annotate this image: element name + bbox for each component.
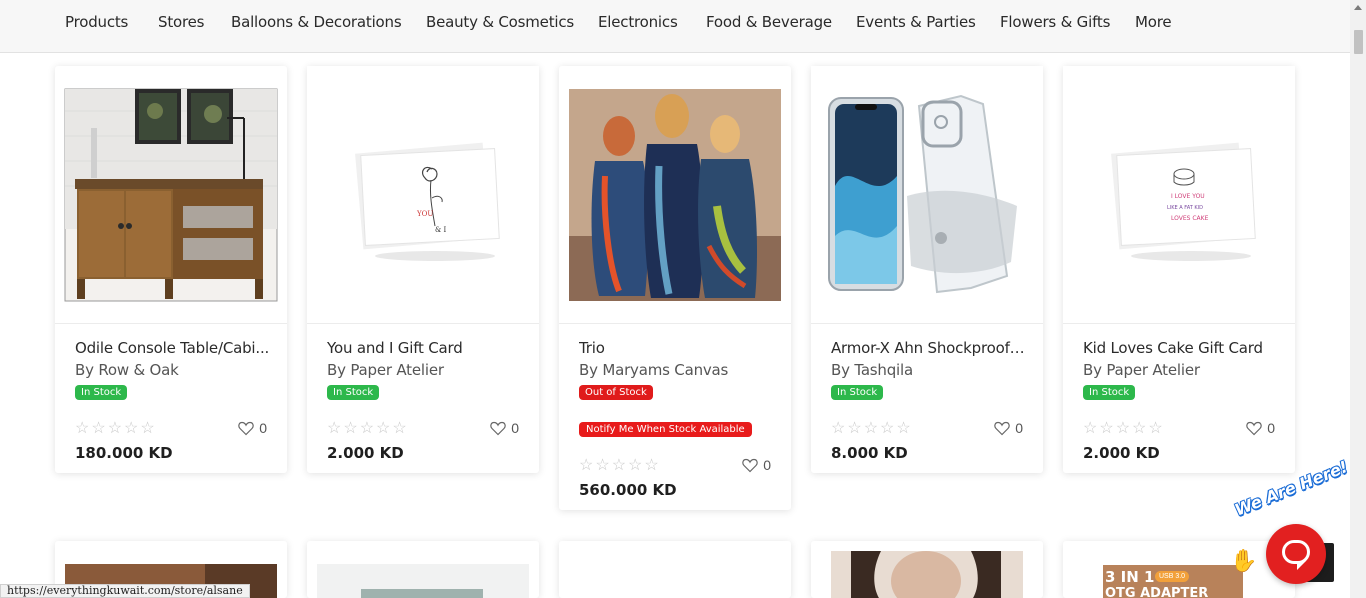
wishlist-button[interactable]: 0 bbox=[994, 420, 1023, 436]
stock-badge: In Stock bbox=[831, 385, 884, 400]
product-price: 180.000 KD bbox=[75, 444, 173, 462]
card-text-line3: LOVES CAKE bbox=[1171, 215, 1209, 222]
phone-case-image bbox=[811, 66, 1043, 323]
waving-hand-icon: ✋ bbox=[1230, 548, 1258, 573]
like-count: 0 bbox=[1015, 420, 1023, 436]
product-title[interactable]: You and I Gift Card bbox=[327, 339, 522, 357]
painting-image bbox=[569, 89, 781, 301]
product-price: 2.000 KD bbox=[327, 444, 404, 462]
rating-stars-icon[interactable]: ☆☆☆☆☆ bbox=[579, 455, 661, 475]
product-image[interactable] bbox=[559, 541, 791, 598]
product-card[interactable] bbox=[559, 541, 791, 598]
like-count: 0 bbox=[259, 420, 267, 436]
product-image[interactable] bbox=[559, 66, 791, 324]
nav-beauty[interactable]: Beauty & Cosmetics bbox=[426, 13, 574, 31]
nav-more[interactable]: More bbox=[1135, 13, 1172, 31]
card-text-line2: LIKE A FAT KID bbox=[1167, 205, 1203, 211]
product-card[interactable]: Armor-X Ahn Shockproof ... By Tashqila I… bbox=[811, 66, 1043, 473]
product-price: 2.000 KD bbox=[1083, 444, 1160, 462]
console-table-image bbox=[64, 88, 278, 302]
nav-balloons[interactable]: Balloons & Decorations bbox=[231, 13, 402, 31]
heart-icon bbox=[1246, 421, 1262, 435]
otg-adapter-image[interactable]: 3 IN 1 USB 3.0 OTG ADAPTER bbox=[1103, 565, 1243, 598]
product-image[interactable] bbox=[811, 541, 1043, 598]
rating-stars-icon[interactable]: ☆☆☆☆☆ bbox=[75, 418, 157, 438]
nav-electronics[interactable]: Electronics bbox=[598, 13, 678, 31]
gift-card-image: YOU & I bbox=[307, 66, 539, 323]
product-card[interactable]: YOU & I You and I Gift Card By Paper Ate… bbox=[307, 66, 539, 473]
product-card[interactable]: 3 IN 1 USB 3.0 OTG ADAPTER bbox=[1063, 541, 1295, 598]
product-price: 560.000 KD bbox=[579, 481, 677, 499]
notify-me-button[interactable]: Notify Me When Stock Available bbox=[579, 422, 752, 437]
product-title[interactable]: Kid Loves Cake Gift Card bbox=[1083, 339, 1278, 357]
link-preview-statusbar: https://everythingkuwait.com/store/alsan… bbox=[0, 584, 250, 598]
heart-icon bbox=[490, 421, 506, 435]
product-brand[interactable]: By Paper Atelier bbox=[327, 361, 444, 379]
product-image[interactable]: YOU & I bbox=[307, 66, 539, 324]
nav-stores[interactable]: Stores bbox=[158, 13, 204, 31]
rating-stars-icon[interactable]: ☆☆☆☆☆ bbox=[327, 418, 409, 438]
product-title[interactable]: Odile Console Table/Cabi... bbox=[75, 339, 270, 357]
product-card[interactable]: Trio By Maryams Canvas Out of Stock Noti… bbox=[559, 66, 791, 510]
wishlist-button[interactable]: 0 bbox=[490, 420, 519, 436]
rating-stars-icon[interactable]: ☆☆☆☆☆ bbox=[831, 418, 913, 438]
nav-products[interactable]: Products bbox=[65, 13, 128, 31]
product-card[interactable]: Odile Console Table/Cabi... By Row & Oak… bbox=[55, 66, 287, 473]
like-count: 0 bbox=[763, 457, 771, 473]
product-brand[interactable]: By Tashqila bbox=[831, 361, 913, 379]
product-brand[interactable]: By Paper Atelier bbox=[1083, 361, 1200, 379]
otg-title: 3 IN 1 bbox=[1105, 568, 1155, 586]
nav-events[interactable]: Events & Parties bbox=[856, 13, 976, 31]
wishlist-button[interactable]: 0 bbox=[1246, 420, 1275, 436]
scrollbar-thumb[interactable] bbox=[1354, 30, 1363, 54]
product-image[interactable] bbox=[811, 66, 1043, 324]
product-image[interactable] bbox=[307, 541, 539, 598]
product-card[interactable]: I LOVE YOU LIKE A FAT KID LOVES CAKE Kid… bbox=[1063, 66, 1295, 473]
chat-button[interactable] bbox=[1266, 524, 1326, 584]
stock-badge: In Stock bbox=[1083, 385, 1136, 400]
wishlist-button[interactable]: 0 bbox=[238, 420, 267, 436]
heart-icon bbox=[742, 458, 758, 472]
product-title[interactable]: Armor-X Ahn Shockproof ... bbox=[831, 339, 1026, 357]
rating-stars-icon[interactable]: ☆☆☆☆☆ bbox=[1083, 418, 1165, 438]
nav-flowers[interactable]: Flowers & Gifts bbox=[1000, 13, 1110, 31]
wishlist-button[interactable]: 0 bbox=[742, 457, 771, 473]
otg-subtitle: OTG ADAPTER bbox=[1105, 586, 1209, 598]
stock-badge: In Stock bbox=[327, 385, 380, 400]
product-image[interactable] bbox=[55, 66, 287, 324]
usb-badge: USB 3.0 bbox=[1155, 571, 1190, 582]
like-count: 0 bbox=[1267, 420, 1275, 436]
card-text-and-i: & I bbox=[435, 226, 446, 234]
page-scrollbar[interactable] bbox=[1350, 0, 1366, 598]
card-text-you: YOU bbox=[416, 210, 433, 218]
like-count: 0 bbox=[511, 420, 519, 436]
gift-card-image: I LOVE YOU LIKE A FAT KID LOVES CAKE bbox=[1063, 66, 1295, 323]
stock-badge: Out of Stock bbox=[579, 385, 653, 400]
heart-icon bbox=[238, 421, 254, 435]
heart-icon bbox=[994, 421, 1010, 435]
top-navigation: Products Stores Balloons & Decorations B… bbox=[0, 0, 1350, 53]
scroll-up-icon[interactable] bbox=[1354, 5, 1362, 10]
product-brand[interactable]: By Row & Oak bbox=[75, 361, 179, 379]
card-text-line1: I LOVE YOU bbox=[1171, 193, 1205, 200]
chat-bubble-tail bbox=[1297, 561, 1306, 570]
nav-food[interactable]: Food & Beverage bbox=[706, 13, 832, 31]
product-price: 8.000 KD bbox=[831, 444, 908, 462]
stock-badge: In Stock bbox=[75, 385, 128, 400]
product-title[interactable]: Trio bbox=[579, 339, 774, 357]
product-image[interactable]: I LOVE YOU LIKE A FAT KID LOVES CAKE bbox=[1063, 66, 1295, 324]
product-card[interactable] bbox=[811, 541, 1043, 598]
product-brand[interactable]: By Maryams Canvas bbox=[579, 361, 728, 379]
product-card[interactable] bbox=[307, 541, 539, 598]
